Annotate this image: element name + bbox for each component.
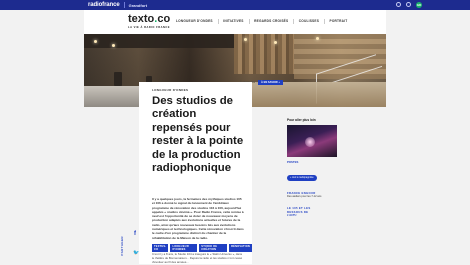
tag-renovation[interactable]: RÉNOVATION <box>229 244 252 252</box>
menu-item-coulisses[interactable]: COULISSES <box>299 19 319 24</box>
ceiling-light <box>94 40 97 43</box>
stage-light <box>305 137 315 147</box>
twitter-icon[interactable]: 🐦 <box>133 250 139 256</box>
top-bar-icons: GD <box>396 2 422 8</box>
related-sidebar: Pour aller plus loin POSTES + tout le ra… <box>287 118 339 217</box>
article-lead: Il y a quelques jours, la fermeture des … <box>152 197 244 240</box>
ceiling-light <box>112 44 115 47</box>
tag-studio[interactable]: STUDIO DE CRÉATION <box>199 244 228 252</box>
tagline: LA VIE À RADIO FRANCE <box>128 26 170 29</box>
related-button[interactable]: + tout le radiopagniste <box>287 174 317 181</box>
article-card: LONGUEUR D'ONDES Des studios de création… <box>139 82 252 264</box>
tag-list: TEXTES-CO LONGUEUR D'ONDES STUDIO DE CRÉ… <box>152 244 252 252</box>
related-thumbnail[interactable] <box>287 125 337 157</box>
related-text-2[interactable]: Des ateliers pour les 7-12 ans <box>287 195 339 198</box>
floor <box>234 82 386 107</box>
menu-divider <box>217 19 219 24</box>
related-category[interactable]: POSTES <box>287 160 339 164</box>
wall-panel <box>234 34 294 74</box>
caption-button[interactable]: À EN SAVOIR + <box>258 80 283 85</box>
sidebar-heading: Pour aller plus loin <box>287 118 316 122</box>
top-bar-divider <box>123 2 125 8</box>
facebook-icon[interactable]: f <box>134 231 136 237</box>
top-bar: radiofrance Grandfort GD <box>0 0 470 10</box>
tag-textes-co[interactable]: TEXTES-CO <box>152 244 169 252</box>
menu-item-longueur[interactable]: LONGUEUR D'ONDES <box>176 19 213 24</box>
brand-main: texto <box>128 13 155 25</box>
avatar[interactable]: GD <box>416 2 422 8</box>
ceiling <box>84 34 234 48</box>
menu-item-portrait[interactable]: PORTRAIT <box>330 19 348 24</box>
texto-logo[interactable]: texto.co <box>128 13 170 25</box>
article-kicker[interactable]: LONGUEUR D'ONDES <box>152 88 188 92</box>
main-menu: LONGUEUR D'ONDES INITIATIVES REGARDS CRO… <box>176 19 347 24</box>
bell-icon[interactable] <box>406 2 411 7</box>
ceiling-light <box>316 37 319 40</box>
site-header: texto.co LA VIE À RADIO FRANCE LONGUEUR … <box>84 10 386 34</box>
menu-item-initiatives[interactable]: INITIATIVES <box>223 19 243 24</box>
section-label[interactable]: Grandfort <box>129 3 147 8</box>
share-label: PARTAGER <box>120 236 124 256</box>
related-block-3[interactable]: LE 105 ET LES DESSOUS DE L'ACTU <box>287 206 339 217</box>
article-title: Des studios de création repensés pour re… <box>152 95 244 175</box>
menu-divider <box>324 19 325 24</box>
tag-longueur[interactable]: LONGUEUR D'ONDES <box>170 244 198 252</box>
ceiling-light <box>244 38 247 41</box>
related-block-2[interactable]: FRANCE ENGOUR Des ateliers pour les 7-12… <box>287 191 339 198</box>
studio-chair <box>114 72 122 86</box>
menu-divider <box>293 19 294 24</box>
search-icon[interactable] <box>396 2 401 7</box>
menu-item-regards[interactable]: REGARDS CROISÉS <box>254 19 288 24</box>
article-body: C'est il y a 8 ans, le Studio 104 a inau… <box>152 252 243 265</box>
menu-divider <box>248 19 250 24</box>
brand-suffix: co <box>157 13 171 25</box>
radiofrance-logo[interactable]: radiofrance <box>88 2 120 8</box>
mixing-desk <box>84 86 139 107</box>
ceiling-light <box>274 41 277 44</box>
related-link-3[interactable]: L'ACTU <box>287 214 339 217</box>
